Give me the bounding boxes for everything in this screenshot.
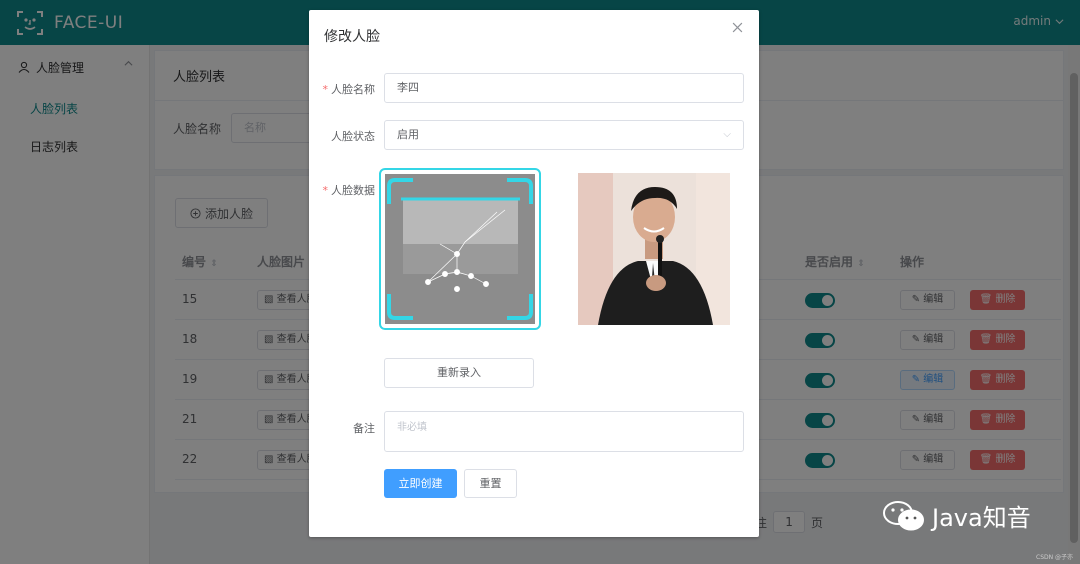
status-value: 启用: [397, 128, 419, 141]
face-capture-frame: [379, 168, 541, 330]
remark-label: 备注: [353, 422, 375, 435]
status-label: 人脸状态: [331, 130, 375, 143]
rerecord-button[interactable]: 重新录入: [384, 358, 534, 388]
face-data-label: * 人脸数据: [322, 184, 376, 197]
remark-textarea[interactable]: 非必填: [384, 411, 744, 452]
chevron-down-icon: ⌵: [723, 129, 731, 140]
submit-button[interactable]: 立即创建: [384, 469, 457, 498]
wechat-icon: [883, 500, 924, 530]
edit-face-dialog: 修改人脸 * 人脸名称 李四 人脸状态 启用 ⌵ * 人脸数据 重新录入 备注 …: [309, 10, 759, 537]
watermark-text: Java知音: [932, 504, 1031, 532]
watermark: Java知音: [882, 498, 1031, 533]
reset-button[interactable]: 重置: [464, 469, 517, 498]
face-capture-preview: [385, 174, 535, 324]
face-photo: [578, 173, 730, 325]
watermark-small: CSDN @子亦: [1036, 554, 1074, 561]
dialog-title: 修改人脸: [324, 29, 380, 45]
face-name-input[interactable]: 李四: [384, 73, 744, 103]
close-icon[interactable]: [732, 22, 743, 33]
name-label: * 人脸名称: [322, 83, 376, 96]
face-status-select[interactable]: 启用 ⌵: [384, 120, 744, 150]
